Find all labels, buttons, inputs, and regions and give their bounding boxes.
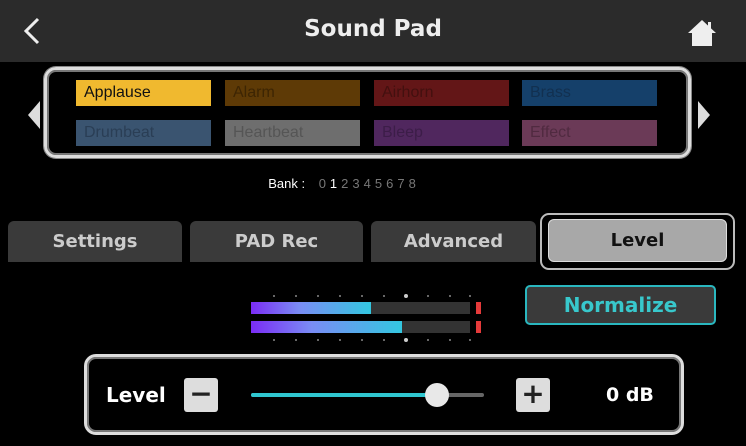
meter-right-fill: [251, 321, 403, 333]
pad-applause[interactable]: Applause: [76, 80, 211, 106]
pad-alarm[interactable]: Alarm: [225, 80, 360, 106]
level-decrease-button[interactable]: −: [184, 378, 218, 412]
pad-heartbeat[interactable]: Heartbeat: [225, 120, 360, 146]
previous-page-arrow-icon[interactable]: [27, 101, 41, 129]
level-label: Level: [106, 383, 166, 407]
meter-left-peak: [476, 302, 481, 314]
pad-effect[interactable]: Effect: [522, 120, 657, 146]
bank-5[interactable]: 5: [375, 176, 382, 191]
level-increase-button[interactable]: +: [516, 378, 550, 412]
bank-1[interactable]: 1: [330, 176, 337, 191]
level-value: 0 dB: [606, 384, 654, 406]
page-title: Sound Pad: [304, 16, 442, 42]
pad-airhorn[interactable]: Airhorn: [374, 80, 509, 106]
home-icon[interactable]: [686, 18, 718, 48]
bank-2[interactable]: 2: [341, 176, 348, 191]
pad-bleep[interactable]: Bleep: [374, 120, 509, 146]
meter-right-channel: [251, 321, 470, 333]
bank-label: Bank :: [268, 176, 306, 191]
bank-selector: Bank : 012345678: [0, 176, 686, 191]
tab-settings[interactable]: Settings: [8, 221, 182, 262]
bank-8[interactable]: 8: [409, 176, 416, 191]
tab-pad-rec[interactable]: PAD Rec: [190, 221, 363, 262]
bank-0[interactable]: 0: [319, 176, 326, 191]
meter-right-peak: [476, 321, 481, 333]
tab-level[interactable]: Level: [548, 219, 727, 262]
pad-drumbeat[interactable]: Drumbeat: [76, 120, 211, 146]
bank-4[interactable]: 4: [364, 176, 371, 191]
meter-left-channel: [251, 302, 470, 314]
bank-3[interactable]: 3: [352, 176, 359, 191]
meter-scale-top: [273, 294, 471, 298]
level-slider[interactable]: [251, 383, 484, 407]
normalize-button[interactable]: Normalize: [525, 285, 716, 325]
level-slider-fill: [251, 393, 438, 397]
pad-brass[interactable]: Brass: [522, 80, 657, 106]
meter-left-fill: [251, 302, 372, 314]
bank-7[interactable]: 7: [397, 176, 404, 191]
tab-advanced[interactable]: Advanced: [371, 221, 536, 262]
meter-scale-bottom: [273, 338, 471, 342]
next-page-arrow-icon[interactable]: [697, 101, 711, 129]
bank-6[interactable]: 6: [386, 176, 393, 191]
header: Sound Pad: [0, 0, 746, 62]
